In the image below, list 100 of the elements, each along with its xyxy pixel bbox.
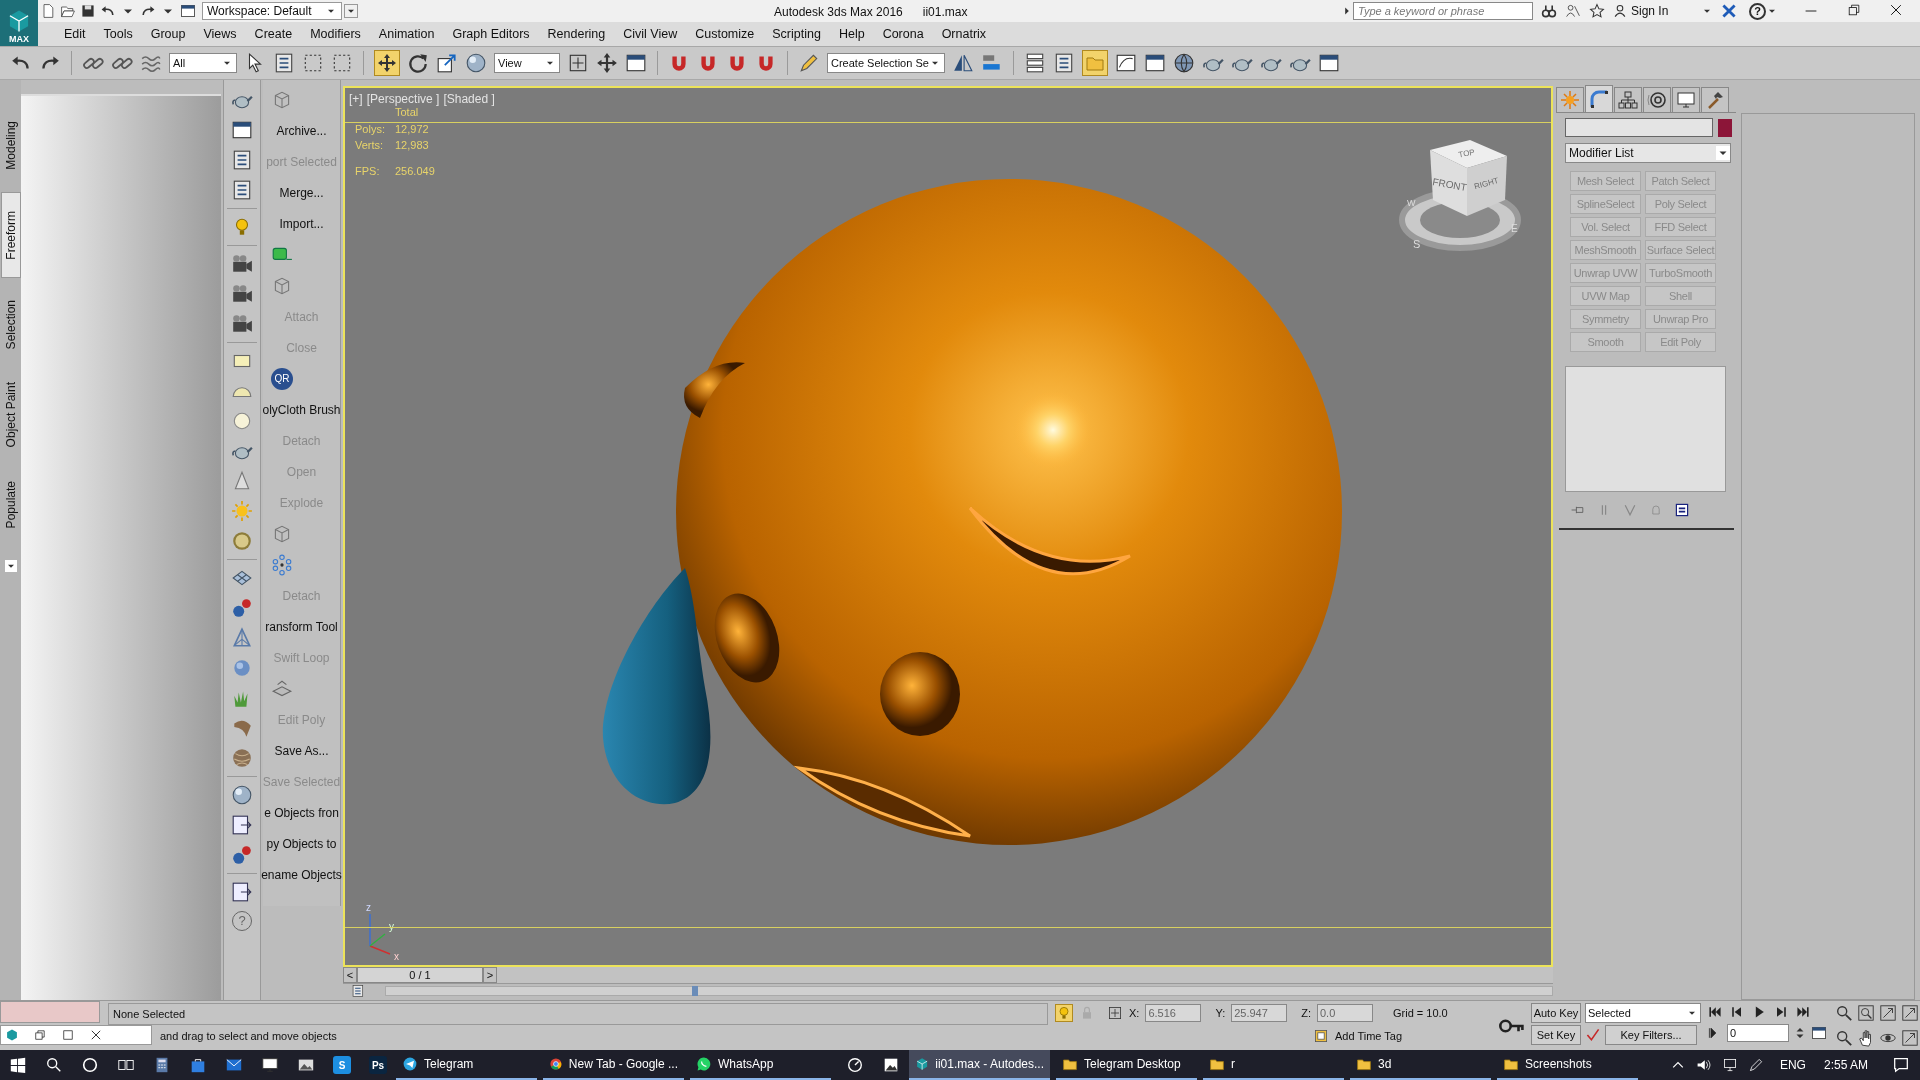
- previous-frame-button[interactable]: <: [343, 967, 357, 983]
- taskbar-app-button[interactable]: r: [1203, 1050, 1344, 1080]
- speaker-icon[interactable]: [1695, 1057, 1712, 1073]
- ribbon-tab[interactable]: Selection: [0, 282, 21, 368]
- command-button[interactable]: ename Objects: [261, 865, 342, 884]
- time-slider-thumb[interactable]: 0 / 1: [357, 967, 483, 983]
- key-filters-button[interactable]: Key Filters...: [1605, 1025, 1697, 1045]
- taskbar-app-button[interactable]: Telegram: [396, 1050, 537, 1080]
- panel-tab[interactable]: [1672, 87, 1700, 112]
- sphere-icon[interactable]: [231, 784, 253, 806]
- modifier-list-dropdown[interactable]: Modifier List: [1565, 143, 1731, 163]
- object-name-field[interactable]: [1565, 118, 1713, 137]
- circle-icon[interactable]: [231, 410, 253, 432]
- crosshair-icon[interactable]: [567, 52, 589, 74]
- close-icon[interactable]: [89, 1028, 103, 1042]
- pen-icon[interactable]: [1747, 1057, 1764, 1073]
- panel-tab[interactable]: [1643, 87, 1671, 112]
- menu-item[interactable]: Graph Editors: [443, 24, 539, 44]
- app-tile-icon[interactable]: Ps: [369, 1056, 387, 1074]
- key-mode-dropdown[interactable]: Selected: [1585, 1003, 1701, 1023]
- shopping-bag-icon[interactable]: [189, 1056, 207, 1074]
- maximize-icon[interactable]: [1879, 1004, 1897, 1022]
- restore-icon[interactable]: [33, 1028, 47, 1042]
- open-folder-icon[interactable]: [60, 3, 76, 19]
- current-frame-field[interactable]: 0: [1727, 1024, 1789, 1042]
- tag-icon[interactable]: [1313, 1028, 1329, 1044]
- panel-tab[interactable]: [1701, 87, 1729, 112]
- panel-tab[interactable]: [1585, 85, 1613, 112]
- menu-item[interactable]: Corona: [873, 24, 933, 44]
- tick-icon[interactable]: [1585, 1027, 1601, 1043]
- list-icon[interactable]: [1053, 52, 1075, 74]
- window-icon[interactable]: [1811, 1025, 1827, 1041]
- caret-down-icon[interactable]: [344, 4, 358, 18]
- list-icon[interactable]: [231, 149, 253, 171]
- ribbon-tab[interactable]: Modeling: [0, 102, 21, 188]
- script-listener-field[interactable]: [0, 1001, 100, 1023]
- crosshair-icon[interactable]: [1107, 1005, 1123, 1021]
- gauge-icon[interactable]: [846, 1056, 864, 1074]
- list-icon[interactable]: [351, 984, 365, 998]
- named-selection-dropdown[interactable]: Create Selection Se: [827, 53, 945, 73]
- graph-icon[interactable]: [1115, 52, 1137, 74]
- image-icon[interactable]: [882, 1056, 900, 1074]
- close-icon[interactable]: [1888, 2, 1904, 18]
- window-icon[interactable]: [1144, 52, 1166, 74]
- ring-icon[interactable]: [81, 1056, 99, 1074]
- coordinate-field[interactable]: 0.0: [1317, 1004, 1373, 1022]
- menu-item[interactable]: Group: [141, 24, 195, 44]
- last-frame-icon[interactable]: [1795, 1004, 1811, 1020]
- clock[interactable]: 2:55 AM: [1823, 1056, 1868, 1074]
- menu-item[interactable]: Civil View: [614, 24, 687, 44]
- globe-icon[interactable]: [1173, 52, 1195, 74]
- next-frame-button[interactable]: >: [483, 967, 497, 983]
- command-button[interactable]: py Objects to: [266, 834, 337, 853]
- window-icon[interactable]: [231, 119, 253, 141]
- command-button[interactable]: Save As...: [274, 741, 329, 760]
- help-button[interactable]: ?: [1749, 2, 1766, 20]
- rotate-icon[interactable]: [407, 52, 429, 74]
- menu-item[interactable]: Customize: [686, 24, 764, 44]
- search-field[interactable]: Type a keyword or phrase: [1353, 2, 1533, 20]
- auto-key-button[interactable]: Auto Key: [1531, 1003, 1581, 1023]
- menu-item[interactable]: Tools: [94, 24, 142, 44]
- command-button[interactable]: Merge...: [279, 183, 324, 202]
- config-icon[interactable]: [1674, 502, 1690, 518]
- zoom-icon[interactable]: [1835, 1004, 1853, 1022]
- pyramid-icon[interactable]: [231, 627, 253, 649]
- track-bar[interactable]: [384, 986, 1553, 996]
- dashed-square-icon[interactable]: [302, 52, 324, 74]
- selection-lock-button[interactable]: [1055, 1004, 1073, 1022]
- square-icon[interactable]: [61, 1028, 75, 1042]
- selection-filter-dropdown[interactable]: All: [169, 53, 237, 73]
- window-icon[interactable]: [625, 52, 647, 74]
- set-key-button[interactable]: Set Key: [1531, 1025, 1581, 1045]
- zoom-all-icon[interactable]: [1857, 1004, 1875, 1022]
- add-time-tag-button[interactable]: Add Time Tag: [1335, 1027, 1403, 1045]
- taskbar-app-button[interactable]: Screenshots: [1497, 1050, 1638, 1080]
- windows-logo-icon[interactable]: [9, 1056, 27, 1074]
- menu-item[interactable]: Help: [829, 24, 874, 44]
- dashed-square-icon[interactable]: [331, 52, 353, 74]
- camera-icon[interactable]: [231, 283, 253, 305]
- panel-icon[interactable]: [231, 814, 253, 836]
- scale-icon[interactable]: [436, 52, 458, 74]
- camera-icon[interactable]: [231, 313, 253, 335]
- molecule-icon[interactable]: [231, 597, 253, 619]
- taskbar-app-button[interactable]: New Tab - Google ...: [543, 1050, 684, 1080]
- qr-badge-button[interactable]: QR: [271, 367, 293, 390]
- ribbon-tab[interactable]: Populate: [0, 462, 21, 548]
- command-button[interactable]: Import...: [279, 214, 324, 233]
- command-button[interactable]: ransform Tool: [265, 617, 338, 636]
- monitor-icon[interactable]: [261, 1056, 279, 1074]
- first-frame-icon[interactable]: [1707, 1004, 1723, 1020]
- max-window-icon[interactable]: [5, 1028, 19, 1042]
- panel-tab[interactable]: [1614, 87, 1642, 112]
- menu-item[interactable]: Create: [245, 24, 302, 44]
- command-button[interactable]: Archive...: [276, 121, 327, 140]
- taskbar-app-button[interactable]: ii01.max - Autodes...: [909, 1050, 1050, 1080]
- taskbar-app-button[interactable]: Telegram Desktop: [1056, 1050, 1197, 1080]
- molecule-icon[interactable]: [231, 844, 253, 866]
- ribbon-tab[interactable]: Object Paint: [0, 372, 21, 458]
- maximize-icon[interactable]: [1901, 1029, 1919, 1047]
- panel-icon[interactable]: [231, 881, 253, 903]
